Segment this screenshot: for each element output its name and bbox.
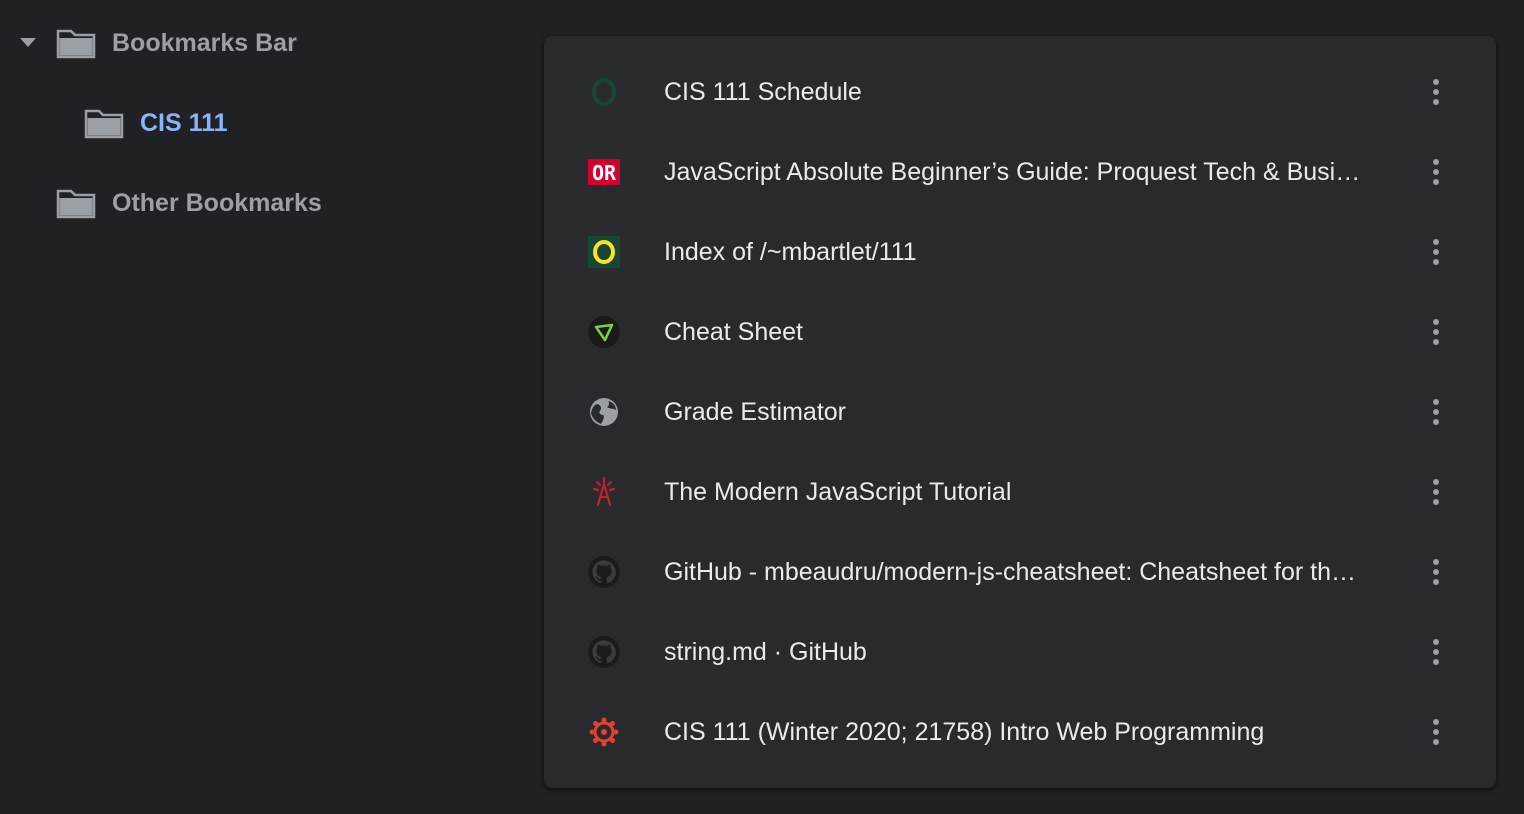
uo-o-green-icon: [586, 74, 622, 110]
bookmark-title: Index of /~mbartlet/111: [664, 237, 917, 266]
bookmark-item[interactable]: Grade Estimator: [544, 372, 1496, 452]
folder-icon: [84, 107, 124, 139]
bookmark-title: The Modern JavaScript Tutorial: [664, 477, 1012, 506]
svg-text:OR: OR: [592, 161, 617, 185]
tree-item-cis111[interactable]: CIS 111: [84, 103, 228, 143]
more-actions-icon[interactable]: [1418, 394, 1454, 430]
bookmark-list: CIS 111 Schedule OR JavaScript Absolute …: [544, 36, 1496, 788]
more-actions-icon[interactable]: [1418, 474, 1454, 510]
tree-label-bookmarks-bar: Bookmarks Bar: [112, 28, 297, 57]
bookmark-item[interactable]: Index of /~mbartlet/111: [544, 212, 1496, 292]
more-actions-icon[interactable]: [1418, 554, 1454, 590]
uo-o-yellow-icon: [586, 234, 622, 270]
expand-arrow-icon[interactable]: [16, 31, 40, 55]
tree-label-other-bookmarks: Other Bookmarks: [112, 188, 322, 217]
tree-label-cis111: CIS 111: [140, 108, 228, 137]
bookmarks-tree: Bookmarks Bar CIS 111 Other Bookmarks: [0, 0, 520, 814]
bookmark-title: JavaScript Absolute Beginner’s Guide: Pr…: [664, 157, 1364, 186]
bookmark-title: CIS 111 (Winter 2020; 21758) Intro Web P…: [664, 717, 1265, 746]
more-actions-icon[interactable]: [1418, 714, 1454, 750]
canvas-icon: [586, 714, 622, 750]
bookmark-item[interactable]: CIS 111 (Winter 2020; 21758) Intro Web P…: [544, 692, 1496, 772]
tree-item-other-bookmarks[interactable]: Other Bookmarks: [56, 183, 322, 223]
more-actions-icon[interactable]: [1418, 154, 1454, 190]
folder-icon: [56, 187, 96, 219]
folder-icon: [56, 27, 96, 59]
bookmark-title: GitHub - mbeaudru/modern-js-cheatsheet: …: [664, 557, 1364, 586]
cheatsheet-icon: [586, 314, 622, 350]
bookmark-title: string.md · GitHub: [664, 637, 867, 666]
globe-icon: [586, 394, 622, 430]
bookmark-item[interactable]: CIS 111 Schedule: [544, 52, 1496, 132]
bookmark-title: Cheat Sheet: [664, 317, 803, 346]
bookmark-item[interactable]: GitHub - mbeaudru/modern-js-cheatsheet: …: [544, 532, 1496, 612]
bookmark-title: CIS 111 Schedule: [664, 77, 862, 106]
github-icon: [586, 554, 622, 590]
more-actions-icon[interactable]: [1418, 634, 1454, 670]
more-actions-icon[interactable]: [1418, 234, 1454, 270]
tower-icon: [586, 474, 622, 510]
bookmark-item[interactable]: OR JavaScript Absolute Beginner’s Guide:…: [544, 132, 1496, 212]
github-icon: [586, 634, 622, 670]
bookmark-title: Grade Estimator: [664, 397, 847, 426]
bookmark-item[interactable]: string.md · GitHub: [544, 612, 1496, 692]
oreilly-icon: OR: [586, 154, 622, 190]
more-actions-icon[interactable]: [1418, 314, 1454, 350]
more-actions-icon[interactable]: [1418, 74, 1454, 110]
bookmark-item[interactable]: Cheat Sheet: [544, 292, 1496, 372]
bookmark-item[interactable]: The Modern JavaScript Tutorial: [544, 452, 1496, 532]
tree-item-bookmarks-bar[interactable]: Bookmarks Bar: [16, 23, 297, 63]
